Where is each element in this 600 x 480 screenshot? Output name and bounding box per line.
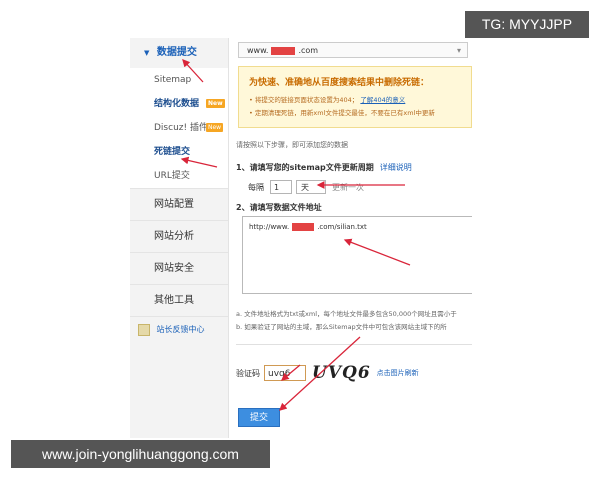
notice-title: 为快速、准确地从百度搜索结果中删除死链： bbox=[249, 78, 430, 88]
steps-hint: 请按照以下步骤，即可添加您的数据 bbox=[236, 141, 348, 149]
step-1-label: 1、请填写您的sitemap文件更新周期 bbox=[236, 163, 374, 172]
frequency-prefix: 每隔 bbox=[248, 182, 264, 192]
sidebar-item-label: 死链提交 bbox=[154, 147, 191, 157]
site-select[interactable]: www. .com ▾ bbox=[238, 42, 468, 58]
sidebar-item-label: Sitemap bbox=[154, 75, 192, 85]
notice-line-1: • 将提交的链接页面状态设置为404； 了解404的意义 bbox=[249, 94, 461, 104]
sidebar-section-site-analysis[interactable]: 网站分析 bbox=[130, 220, 228, 252]
step-1-title: 1、请填写您的sitemap文件更新周期 详细说明 bbox=[236, 162, 412, 173]
captcha-input[interactable]: uvq6 bbox=[264, 365, 306, 381]
divider bbox=[236, 344, 472, 345]
sidebar-feedback-link[interactable]: 站长反馈中心 bbox=[130, 316, 228, 343]
sidebar-section-other-tools[interactable]: 其他工具 bbox=[130, 284, 228, 316]
sidebar-item-discuz-plugin[interactable]: Discuz! 插件 New bbox=[130, 116, 228, 140]
sidebar-section-site-config[interactable]: 网站配置 bbox=[130, 188, 228, 220]
submit-button[interactable]: 提交 bbox=[238, 408, 280, 427]
file-url-prefix: http://www. bbox=[249, 223, 290, 231]
watermark-top-right: TG: MYYJJPP bbox=[465, 11, 589, 38]
details-link[interactable]: 详细说明 bbox=[380, 163, 412, 172]
sidebar-section-site-security[interactable]: 网站安全 bbox=[130, 252, 228, 284]
sidebar-header-data-submit[interactable]: ▼ 数据提交 bbox=[130, 38, 228, 68]
frequency-row: 每隔 1 天 更新一次 bbox=[248, 180, 364, 194]
site-suffix: .com bbox=[298, 46, 319, 55]
site-prefix: www. bbox=[247, 46, 269, 55]
learn-404-link[interactable]: 了解404的意义 bbox=[360, 96, 405, 104]
sidebar-item-sitemap[interactable]: Sitemap bbox=[130, 68, 228, 92]
sidebar-item-dead-link-submit[interactable]: 死链提交 bbox=[130, 140, 228, 164]
new-badge: New bbox=[206, 99, 225, 108]
sidebar-item-url-submit[interactable]: URL提交 bbox=[130, 164, 228, 188]
sidebar-item-label: Discuz! 插件 bbox=[154, 123, 208, 133]
triangle-down-icon: ▼ bbox=[144, 49, 150, 57]
frequency-suffix: 更新一次 bbox=[332, 182, 364, 192]
sidebar-item-label: URL提交 bbox=[154, 171, 190, 181]
sidebar-item-structured-data[interactable]: 结构化数据 New bbox=[130, 92, 228, 116]
sidebar-header-label: 数据提交 bbox=[156, 47, 197, 58]
feedback-label: 站长反馈中心 bbox=[156, 325, 205, 334]
frequency-unit-select[interactable]: 天 bbox=[296, 180, 326, 194]
chevron-down-icon: ▾ bbox=[456, 46, 461, 55]
tip-b: b. 如果验证了网站的主域，那么Sitemap文件中可包含该网站主域下的所 bbox=[236, 323, 447, 331]
redaction-mask bbox=[292, 223, 315, 231]
file-url-suffix: .com/silian.txt bbox=[317, 223, 367, 231]
new-badge: New bbox=[206, 123, 224, 132]
notice-box: 为快速、准确地从百度搜索结果中删除死链： • 将提交的链接页面状态设置为404；… bbox=[238, 66, 472, 128]
screenshot-frame: ▼ 数据提交 Sitemap 结构化数据 New Discuz! 插件 New … bbox=[130, 38, 472, 438]
captcha-label: 验证码 bbox=[236, 368, 260, 378]
step-2-title: 2、请填写数据文件地址 bbox=[236, 203, 322, 212]
tip-a: a. 文件地址格式为txt或xml，每个地址文件最多包含50,000个网址且需小… bbox=[236, 310, 457, 318]
notice-line-2: • 定期清理死链，用新xml文件提交最佳，不要在已有xml中更新 bbox=[249, 109, 435, 117]
sidebar-submenu: Sitemap 结构化数据 New Discuz! 插件 New 死链提交 UR… bbox=[130, 68, 228, 188]
file-url-textarea[interactable]: http://www. .com/silian.txt bbox=[242, 216, 472, 294]
main-content: www. .com ▾ 为快速、准确地从百度搜索结果中删除死链： • 将提交的链接… bbox=[228, 38, 472, 438]
sidebar: ▼ 数据提交 Sitemap 结构化数据 New Discuz! 插件 New … bbox=[130, 38, 229, 438]
redaction-mask bbox=[271, 46, 296, 55]
format-tips: a. 文件地址格式为txt或xml，每个地址文件最多包含50,000个网址且需小… bbox=[236, 308, 457, 334]
refresh-captcha-link[interactable]: 点击图片刷新 bbox=[377, 368, 419, 378]
sidebar-item-label: 结构化数据 bbox=[154, 99, 200, 109]
captcha-row: 验证码 uvq6 UVQ6 点击图片刷新 bbox=[236, 363, 419, 383]
captcha-image[interactable]: UVQ6 bbox=[312, 363, 371, 383]
frequency-number-input[interactable]: 1 bbox=[270, 180, 292, 194]
notice-line-1-text: • 将提交的链接页面状态设置为404； bbox=[249, 96, 359, 104]
watermark-bottom-left: www.join-yonglihuanggong.com bbox=[11, 440, 270, 468]
pencil-icon bbox=[138, 323, 150, 336]
